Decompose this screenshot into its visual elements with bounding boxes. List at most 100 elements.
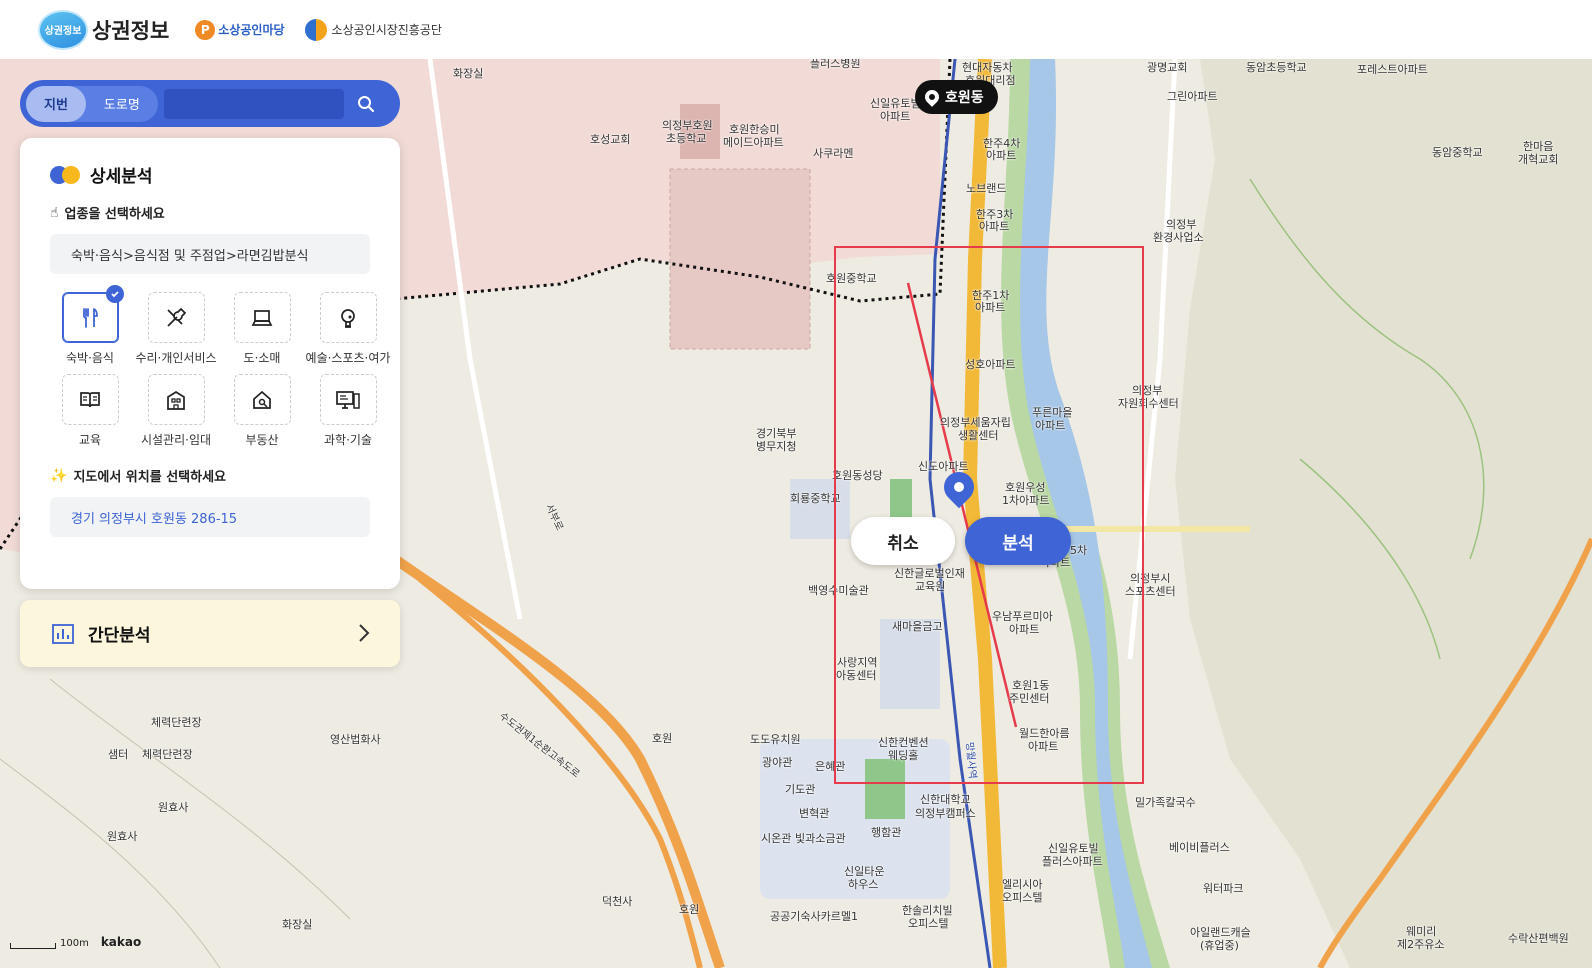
area-label-pill[interactable]: 호원동 [915, 80, 998, 114]
map-label: 동암중학교 [1432, 146, 1483, 159]
fork-knife-icon [83, 307, 98, 328]
map-label: 아일랜드캐슬 [1190, 926, 1251, 939]
logo-badge[interactable]: 상권정보 [38, 9, 88, 50]
tab-jibun[interactable]: 지번 [26, 85, 86, 122]
monitor-icon [336, 390, 360, 409]
category-facility-management-rental[interactable]: 시설관리·임대 [133, 374, 219, 448]
map-label: 제2주유소 [1397, 938, 1445, 951]
trophy-icon [341, 308, 355, 328]
map-label: 웨미리 [1406, 925, 1437, 938]
area-label-text: 호원동 [945, 90, 984, 106]
category-education[interactable]: 교육 [47, 374, 133, 448]
category-lodging-food[interactable]: 숙박·음식 [47, 285, 133, 366]
category-repair-personal-service[interactable]: 수리·개인서비스 [133, 292, 219, 366]
map-label: 샘터 [108, 748, 129, 761]
category-box[interactable] [147, 374, 205, 425]
map-label: 동암초등학교 [1246, 61, 1307, 74]
map-label: 체력단련장 [151, 716, 202, 729]
map-label: 사쿠라멘 [813, 147, 854, 160]
category-label: 교육 [78, 433, 102, 447]
map-label: 엘리시아 [1002, 878, 1043, 891]
map-label: 포레스트아파트 [1357, 63, 1428, 76]
brand3-label: 소상공인시장진흥공단 [331, 23, 442, 37]
category-label: 부동산 [245, 433, 279, 447]
search-icon [357, 95, 374, 112]
industry-selection-field[interactable]: 숙박·음식>음식점 및 주점업>라면김밥분식 [50, 234, 370, 274]
category-box[interactable] [319, 374, 377, 425]
map-label: 현대자동차 [962, 61, 1013, 74]
semas-logo-icon [304, 18, 327, 41]
map-label: 신한대학교 [920, 793, 971, 806]
map-label: (휴업중) [1200, 939, 1239, 952]
category-science-technology[interactable]: 과학·기술 [305, 374, 391, 448]
category-label: 도·소매 [243, 351, 281, 365]
category-arts-sports-leisure[interactable]: 예술·스포츠·여가 [305, 292, 391, 366]
map-label: 원효사 [107, 830, 138, 843]
map-label: 호원 [652, 732, 673, 745]
map-label: 오피스텔 [1002, 891, 1043, 904]
map-label: 아파트 [979, 220, 1010, 233]
map-green-area [1175, 59, 1592, 968]
map-label: 화장실 [282, 918, 313, 931]
laptop-icon [251, 309, 273, 326]
category-box[interactable] [61, 285, 124, 343]
pointing-hand-icon: ☝ [50, 204, 59, 221]
map-label: 베이비플러스 [1169, 841, 1230, 854]
category-wholesale-retail[interactable]: 도·소매 [219, 292, 305, 366]
category-real-estate[interactable]: 부동산 [219, 374, 305, 448]
map-label: 변혁관 [799, 807, 830, 820]
map-label: 경기북부 [756, 427, 797, 440]
search-button[interactable] [346, 84, 386, 124]
map-label: 공공기숙사카르멜1 [770, 910, 858, 923]
category-label: 예술·스포츠·여가 [305, 351, 391, 365]
map-label: 아파트 [986, 149, 1017, 162]
category-box[interactable] [233, 292, 291, 343]
building-icon [167, 390, 185, 410]
map-label: 오피스텔 [908, 917, 949, 930]
category-label: 과학·기술 [324, 433, 372, 447]
chevron-right-icon [359, 624, 370, 642]
map-label: 신일타운 [844, 865, 885, 878]
map-label: 환경사업소 [1153, 231, 1204, 244]
brand-semas[interactable]: 소상공인시장진흥공단 [304, 18, 442, 41]
map-label: 의정부호원 [662, 119, 713, 132]
simple-analysis-button[interactable]: 간단분석 [20, 600, 400, 667]
category-box[interactable] [233, 374, 291, 425]
tools-icon [167, 307, 187, 327]
map-provider-label: kakao [100, 935, 142, 949]
map-label: 의정부캠퍼스 [915, 807, 976, 820]
detail-analysis-panel: 상세분석 ☝ 업종을 선택하세요 숙박·음식>음식점 및 주점업>라면김밥분식 … [20, 138, 400, 589]
simple-analysis-title: 간단분석 [88, 626, 151, 646]
map-label: 광명교회 [1147, 61, 1188, 74]
map-highway [418, 576, 703, 968]
panel-logo-dots-icon [50, 165, 82, 184]
category-label: 시설관리·임대 [140, 433, 212, 447]
category-box[interactable] [61, 374, 119, 425]
location-pin-icon [922, 87, 942, 107]
search-input[interactable] [163, 88, 344, 119]
brand-sosangongin-madang[interactable]: P 소상공인마당 [195, 19, 285, 40]
category-box[interactable] [319, 292, 377, 343]
analysis-area-rectangle[interactable] [834, 246, 1144, 784]
map-label: 플러스아파트 [1042, 855, 1103, 868]
top-header: 상권정보 상권정보 P 소상공인마당 소상공인시장진흥공단 [0, 0, 1592, 59]
map-label: 병무지청 [756, 440, 797, 453]
category-box[interactable] [147, 292, 205, 343]
map-label: 원효사 [158, 801, 189, 814]
map-label: 빛과소금관 [795, 832, 846, 845]
map-label: 신일유토빌 [1048, 842, 1099, 855]
map-label: 호원한승미 [729, 123, 780, 136]
cancel-button[interactable]: 취소 [851, 517, 955, 565]
selected-check-icon [105, 285, 124, 303]
map-label: 그린아파트 [1167, 90, 1218, 103]
tab-road-name[interactable]: 도로명 [86, 86, 158, 122]
selected-location-field[interactable]: 경기 의정부시 호원동 286-15 [50, 497, 370, 537]
map-label: 수락산편백원 [1508, 932, 1569, 945]
map-scale-bar: 100m kakao [10, 935, 141, 949]
address-search-bar: 지번 도로명 [20, 80, 400, 127]
analyze-button[interactable]: 분석 [965, 517, 1071, 565]
scale-label: 100m [60, 938, 89, 949]
scale-bar-line [10, 943, 56, 949]
logo-text[interactable]: 상권정보 [92, 15, 169, 45]
map-label: 워터파크 [1203, 882, 1244, 895]
